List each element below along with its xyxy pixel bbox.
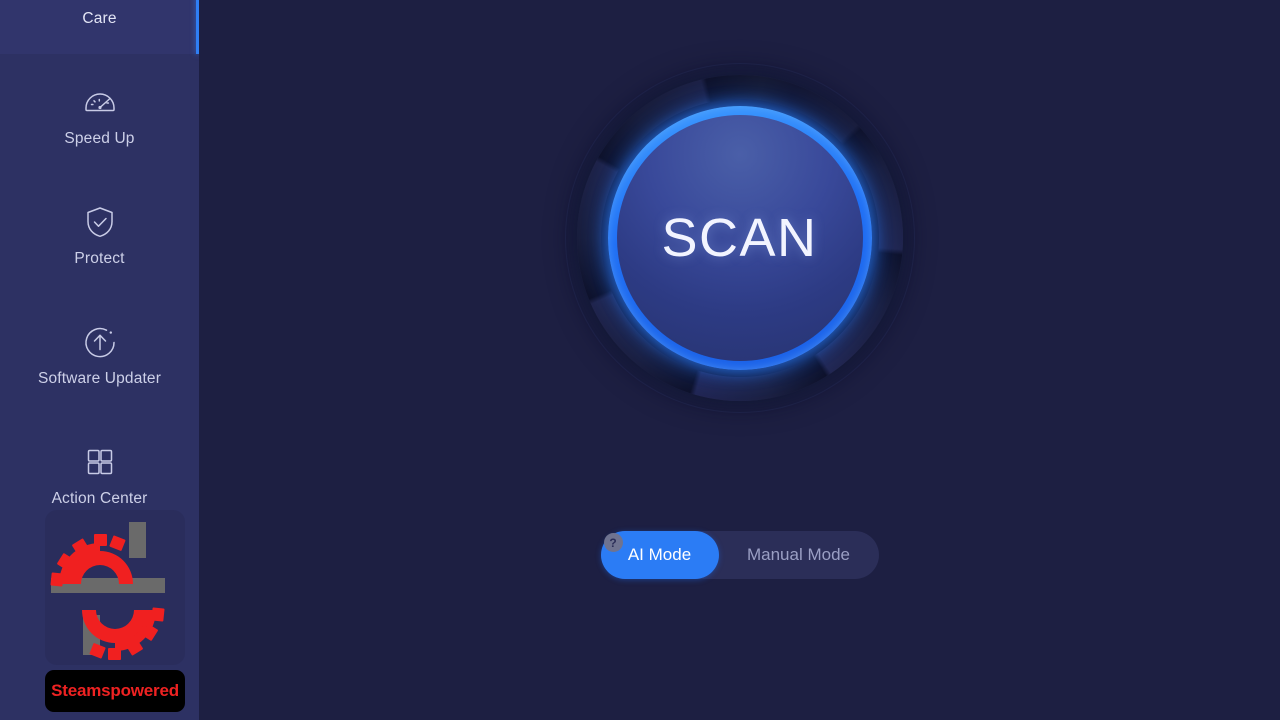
main-content-area: SCAN ? AI Mode Manual Mode: [199, 0, 1280, 720]
mode-toggle[interactable]: ? AI Mode Manual Mode: [600, 531, 879, 579]
arrow-up-circle-icon: [79, 321, 121, 363]
help-icon[interactable]: ?: [603, 533, 623, 552]
sidebar-item-label: Protect: [74, 250, 125, 268]
speedometer-icon: [79, 81, 121, 123]
sidebar-item-care[interactable]: Care: [0, 0, 199, 54]
sidebar-item-action-center[interactable]: Action Center: [0, 414, 199, 534]
sidebar-item-label: Software Updater: [37, 370, 162, 388]
scan-button-label: SCAN: [661, 208, 818, 268]
shield-check-icon: [79, 201, 121, 243]
sidebar-item-label: Action Center: [51, 490, 148, 508]
scan-button[interactable]: SCAN: [576, 75, 903, 401]
sidebar-item-protect[interactable]: Protect: [0, 174, 199, 294]
sidebar-item-speed-up[interactable]: Speed Up: [0, 54, 199, 174]
care-arcs-icon: [79, 0, 121, 3]
sidebar-navigation: Care Speed Up Protect Software Updater A…: [0, 0, 199, 720]
application-window: Care Speed Up Protect Software Updater A…: [0, 0, 1280, 720]
sidebar-item-label: Care: [82, 10, 117, 28]
mode-option-manual[interactable]: Manual Mode: [719, 531, 879, 579]
sidebar-item-label: Speed Up: [64, 130, 135, 148]
scan-button-face[interactable]: SCAN: [616, 115, 863, 361]
sidebar-item-software-updater[interactable]: Software Updater: [0, 294, 199, 414]
grid-squares-icon: [79, 441, 121, 483]
